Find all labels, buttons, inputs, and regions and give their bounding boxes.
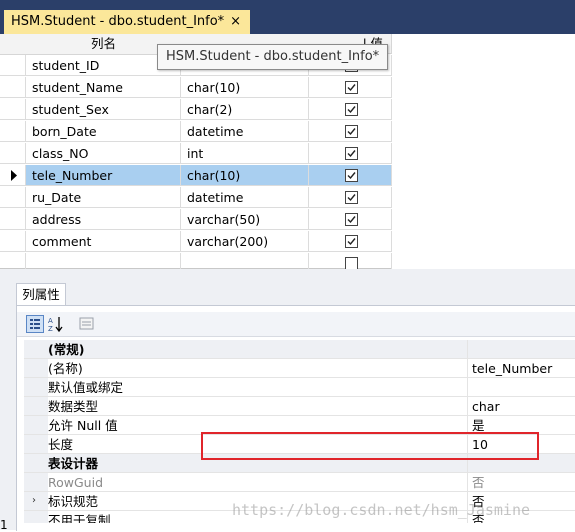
row-selector[interactable] <box>0 165 26 186</box>
tab-tooltip: HSM.Student - dbo.student_Info* <box>157 44 389 70</box>
property-row[interactable]: 数据类型 char <box>0 397 575 416</box>
column-name-cell[interactable]: ru_Date <box>26 187 181 208</box>
row-selector[interactable] <box>0 231 26 252</box>
column-name-cell[interactable]: tele_Number <box>26 165 181 186</box>
column-name-cell[interactable]: student_Name <box>26 77 181 98</box>
row-selector[interactable] <box>0 77 26 98</box>
property-category[interactable]: ⊿(常规) <box>0 340 575 359</box>
column-name-cell[interactable]: student_Sex <box>26 99 181 120</box>
row-selector[interactable] <box>0 209 26 230</box>
document-tab-title: HSM.Student - dbo.student_Info* <box>11 14 225 29</box>
tab-column-properties[interactable]: 列属性 <box>16 283 66 306</box>
close-tab-icon[interactable]: × <box>230 14 241 29</box>
data-type-cell[interactable]: varchar(200) <box>181 231 309 252</box>
alphabetical-sort-icon[interactable]: A Z <box>47 315 65 333</box>
property-value[interactable]: tele_Number <box>468 359 575 378</box>
table-row[interactable]: comment varchar(200) <box>0 231 392 253</box>
allow-null-checkbox[interactable] <box>345 147 358 160</box>
allow-null-checkbox[interactable] <box>345 213 358 226</box>
data-type-cell[interactable]: datetime <box>181 187 309 208</box>
document-tab[interactable]: HSM.Student - dbo.student_Info* × <box>4 10 251 34</box>
property-value[interactable]: char <box>468 397 575 416</box>
allow-null-checkbox[interactable] <box>345 191 358 204</box>
column-name-cell[interactable]: address <box>26 209 181 230</box>
property-name: (名称) <box>24 359 468 378</box>
row-selector[interactable] <box>0 187 26 208</box>
data-type-cell[interactable]: int <box>181 143 309 164</box>
column-name-cell[interactable]: class_NO <box>26 143 181 164</box>
property-pages-icon[interactable] <box>78 315 96 333</box>
allow-null-cell[interactable] <box>309 209 392 230</box>
data-type-cell[interactable]: char(10) <box>181 165 309 186</box>
property-value[interactable]: 否 <box>468 473 575 492</box>
property-name: 默认值或绑定 <box>24 378 468 397</box>
table-row[interactable]: born_Date datetime <box>0 121 392 143</box>
allow-null-checkbox[interactable] <box>345 235 358 248</box>
table-row[interactable]: tele_Number char(10) <box>0 165 392 187</box>
data-type-cell[interactable]: char(10) <box>181 77 309 98</box>
allow-null-cell[interactable] <box>309 77 392 98</box>
table-row[interactable]: student_Name char(10) <box>0 77 392 99</box>
column-name-cell[interactable]: born_Date <box>26 121 181 142</box>
row-selector-header <box>0 34 27 55</box>
svg-text:A: A <box>48 317 53 325</box>
data-type-cell[interactable]: varchar(50) <box>181 209 309 230</box>
allow-null-checkbox[interactable] <box>345 81 358 94</box>
categorized-icon[interactable] <box>26 315 44 333</box>
allow-null-cell[interactable] <box>309 121 392 142</box>
data-type-cell[interactable]: char(2) <box>181 99 309 120</box>
row-selector[interactable] <box>0 143 26 164</box>
table-row[interactable]: ru_Date datetime <box>0 187 392 209</box>
row-selector[interactable] <box>0 55 26 76</box>
allow-null-cell[interactable] <box>309 99 392 120</box>
current-row-icon <box>11 170 17 181</box>
allow-null-cell[interactable] <box>309 165 392 186</box>
column-name-cell[interactable]: comment <box>26 231 181 252</box>
svg-text:Z: Z <box>48 325 53 333</box>
data-type-cell[interactable]: datetime <box>181 121 309 142</box>
allow-null-cell[interactable] <box>309 231 392 252</box>
property-row[interactable]: 默认值或绑定 <box>0 378 575 397</box>
highlight-annotation <box>201 432 539 460</box>
allow-null-checkbox[interactable] <box>345 103 358 116</box>
property-name: (常规) <box>24 340 468 359</box>
property-row[interactable]: RowGuid 否 <box>0 473 575 492</box>
allow-null-checkbox[interactable] <box>345 125 358 138</box>
allow-null-cell[interactable] <box>309 187 392 208</box>
table-row[interactable]: address varchar(50) <box>0 209 392 231</box>
property-row[interactable]: (名称) tele_Number <box>0 359 575 378</box>
table-row[interactable]: class_NO int <box>0 143 392 165</box>
property-name: 数据类型 <box>24 397 468 416</box>
property-name: RowGuid <box>24 473 468 492</box>
allow-null-cell[interactable] <box>309 143 392 164</box>
property-grid-toolbar <box>17 312 575 337</box>
row-selector[interactable] <box>0 121 26 142</box>
table-row[interactable]: student_Sex char(2) <box>0 99 392 121</box>
watermark: https://blog.csdn.net/hsm_Jasmine <box>232 501 531 519</box>
property-value <box>468 340 575 359</box>
allow-null-checkbox[interactable] <box>345 169 358 182</box>
row-selector[interactable] <box>0 99 26 120</box>
property-value[interactable] <box>468 378 575 397</box>
